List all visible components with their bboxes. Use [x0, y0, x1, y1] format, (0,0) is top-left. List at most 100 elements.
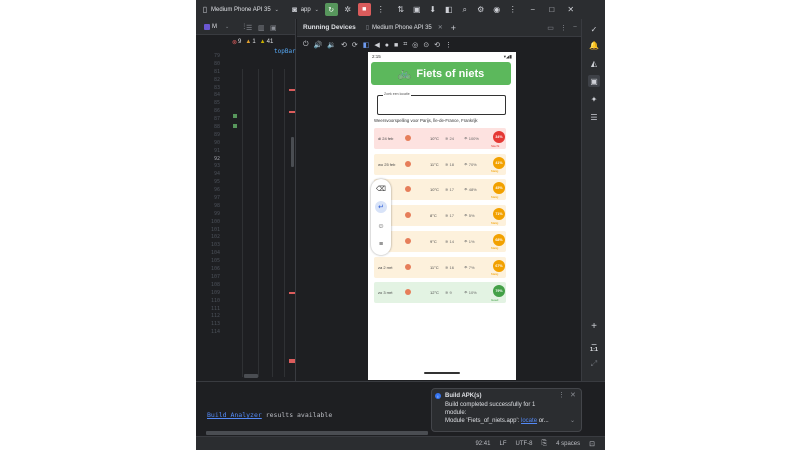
forecast-temp: 10°C — [430, 187, 439, 193]
share-icon[interactable]: ⎘ — [542, 440, 548, 448]
volume-down-icon[interactable]: 🔉 — [327, 41, 336, 49]
more-icon[interactable]: ⋮ — [375, 4, 387, 16]
search-icon[interactable]: ⌕ — [459, 4, 471, 16]
home-icon[interactable]: ● — [385, 42, 389, 49]
horizontal-scrollbar[interactable] — [244, 374, 258, 378]
device-manager-icon[interactable]: ▣ — [411, 4, 423, 16]
weather-icon — [405, 135, 411, 141]
minimize-icon[interactable]: − — [527, 4, 539, 16]
structure-icon[interactable]: ☰ — [588, 111, 600, 123]
backspace-icon[interactable]: ⌫ — [375, 183, 387, 195]
forecast-row[interactable]: 9°C ≋ 14 ☂ 1% 68% Matig — [374, 230, 506, 252]
gemini-icon[interactable]: ✦ — [588, 93, 600, 105]
design-view-icon[interactable]: ▥ — [258, 24, 265, 32]
wind-value: 17 — [449, 187, 454, 193]
notification-line-2: module: — [445, 410, 467, 416]
device-selector[interactable]: Medium Phone API 35 — [211, 7, 271, 13]
stop-button[interactable]: ■ — [357, 3, 371, 16]
running-devices-icon[interactable]: ▣ — [588, 75, 600, 87]
lock-icon[interactable]: ⊡ — [589, 440, 595, 448]
notification-title: Build APK(s) — [445, 393, 482, 399]
location-search-input[interactable]: Zoek een locatie — [377, 92, 506, 115]
overview-icon[interactable]: ■ — [394, 42, 398, 49]
profile-icon[interactable]: ◧ — [443, 4, 455, 16]
tab-main-activity[interactable]: M — [212, 24, 217, 30]
rain-icon: ☂ — [464, 187, 468, 193]
info-icon: i — [435, 393, 441, 399]
chevron-down-icon[interactable]: ⌄ — [225, 24, 229, 30]
more-icon[interactable]: ⋮ — [445, 41, 452, 49]
close-icon[interactable]: ✕ — [565, 4, 577, 16]
forecast-row[interactable]: 10°C ≋ 17 ☂ 48% 45% Matig — [374, 179, 506, 201]
wind-value: 18 — [449, 161, 454, 167]
check-icon[interactable]: ✓ — [588, 23, 600, 35]
power-icon[interactable]: ⏻ — [303, 41, 309, 49]
tab-medium-phone[interactable]: Medium Phone API 35 — [372, 25, 432, 31]
line-number: 101 — [210, 226, 220, 233]
snapshot-icon[interactable]: ⟲ — [434, 41, 440, 49]
close-icon[interactable]: ✕ — [438, 24, 443, 31]
line-number: 90 — [213, 139, 220, 146]
debug-icon[interactable]: ✲ — [342, 4, 354, 16]
more-icon[interactable]: ⋮ — [507, 4, 519, 16]
line-separator[interactable]: LF — [499, 441, 506, 447]
vertical-scrollbar[interactable] — [291, 137, 294, 167]
line-number: 99 — [213, 210, 220, 217]
screenshot-icon[interactable]: ⌗ — [403, 41, 407, 49]
wind-icon: ≋ — [445, 213, 449, 219]
zoom-in-icon[interactable]: + — [588, 320, 600, 332]
run-config-selector[interactable]: app — [301, 7, 311, 13]
forecast-row[interactable]: 8°C ≋ 17 ☂ 5% 71% Matig — [374, 205, 506, 227]
sdk-manager-icon[interactable]: ⬇ — [427, 4, 439, 16]
forecast-rain: ☂ 10% — [464, 290, 477, 295]
indent-setting[interactable]: 4 spaces — [556, 441, 580, 447]
record-icon[interactable]: ⊙ — [423, 41, 429, 49]
window-options-icon[interactable]: ▭ — [547, 24, 554, 32]
kotlin-file-icon — [204, 23, 210, 30]
score-badge: 71% — [493, 208, 505, 221]
enter-icon[interactable]: ↵ — [375, 201, 387, 213]
account-icon[interactable]: ◉ — [491, 4, 503, 16]
split-view-icon[interactable]: ☰ — [246, 24, 252, 32]
chevron-down-icon[interactable]: ⌄ — [570, 417, 575, 424]
rotate-left-icon[interactable]: ⟲ — [341, 41, 347, 49]
build-analyzer-link[interactable]: Build Analyzer — [207, 411, 262, 419]
horizontal-scrollbar[interactable] — [206, 431, 428, 435]
gear-icon[interactable]: ⚙ — [475, 4, 487, 16]
forecast-row[interactable]: zo 3 mrt 12°C ≋ 9 ☂ 10% 79% Goed — [374, 282, 506, 304]
chevron-down-icon[interactable]: ⌄ — [271, 4, 283, 16]
forecast-rain: ☂ 100% — [464, 136, 479, 141]
gesture-nav-bar[interactable] — [424, 372, 460, 374]
zoom-ratio[interactable]: 1:1 — [588, 344, 600, 356]
rerun-button[interactable]: ↻ — [324, 3, 338, 16]
forecast-row[interactable]: di 24 feb 10°C ≋ 24 ☂ 100% 34% Slecht — [374, 128, 506, 149]
minimize-icon[interactable]: − — [573, 24, 577, 31]
forecast-row[interactable]: za 2 mrt 11°C ≋ 16 ☂ 7% 67% Matig — [374, 256, 506, 278]
fit-screen-icon[interactable]: ⤢ — [588, 358, 600, 370]
fold-icon[interactable]: ◧ — [363, 41, 370, 49]
rain-icon: ☂ — [464, 238, 468, 244]
weather-icon — [405, 212, 411, 219]
maximize-icon[interactable]: □ — [546, 4, 558, 16]
more-icon[interactable]: ⋮ — [558, 391, 565, 399]
cursor-position[interactable]: 92:41 — [475, 441, 490, 447]
camera-icon[interactable]: ◎ — [412, 41, 418, 49]
add-device-button[interactable]: + — [451, 23, 456, 33]
emoji-icon[interactable]: ☺ — [375, 220, 387, 232]
preview-icon[interactable]: ▣ — [270, 24, 277, 32]
volume-up-icon[interactable]: 🔊 — [314, 41, 323, 49]
gradle-icon[interactable]: ◭ — [588, 57, 600, 69]
rotate-right-icon[interactable]: ⟳ — [352, 41, 358, 49]
editor-inspections[interactable]: ⊗ 9 ▲ 1 ▲ 41 — [196, 36, 296, 48]
locate-link[interactable]: locate — [521, 418, 537, 424]
more-icon[interactable]: ⋮ — [560, 24, 567, 32]
wind-value: 24 — [449, 136, 454, 141]
sync-icon[interactable]: ⇅ — [395, 4, 407, 16]
back-icon[interactable]: ◀ — [374, 41, 379, 49]
file-encoding[interactable]: UTF-8 — [516, 441, 533, 447]
close-icon[interactable]: ✕ — [570, 391, 576, 399]
menu-icon[interactable]: ≡ — [375, 238, 387, 250]
chevron-down-icon[interactable]: ⌄ — [311, 4, 323, 16]
notifications-icon[interactable]: 🔔 — [588, 39, 600, 51]
forecast-row[interactable]: wo 25 feb 11°C ≋ 18 ☂ 70% 41% Matig — [374, 153, 506, 175]
